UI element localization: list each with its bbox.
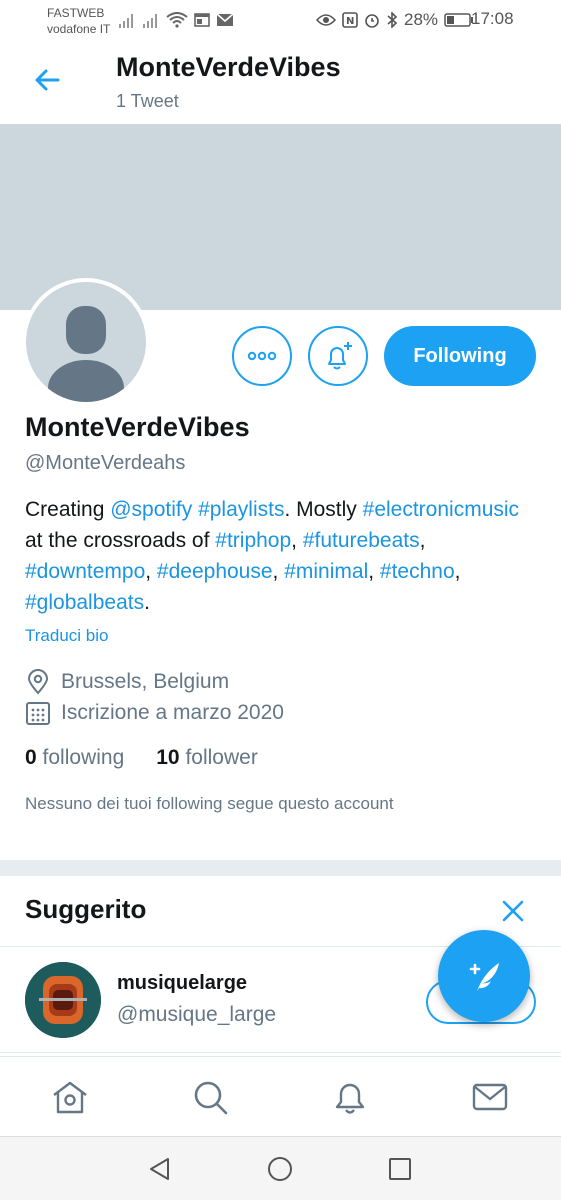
translate-bio-link[interactable]: Traduci bio xyxy=(25,626,108,646)
bio-text: Creating xyxy=(25,498,111,521)
compose-tweet-button[interactable] xyxy=(438,930,530,1022)
window-icon xyxy=(194,13,210,27)
follower-label: follower xyxy=(185,746,258,769)
profile-name: MonteVerdeVibes xyxy=(25,412,250,442)
suggested-handle: @musique_large xyxy=(117,1003,277,1026)
home-circle-icon[interactable] xyxy=(266,1155,294,1183)
suggested-avatar[interactable] xyxy=(25,962,101,1038)
bio-text: . Mostly xyxy=(284,498,363,521)
home-icon[interactable] xyxy=(50,1077,90,1117)
mail-icon[interactable] xyxy=(470,1077,510,1117)
profile-bio: Creating @spotify #playlists. Mostly #el… xyxy=(25,494,535,618)
mail-status-icon xyxy=(216,13,234,26)
bell-plus-icon xyxy=(328,342,352,370)
location-row: Brussels, Belgium xyxy=(25,668,229,696)
suggested-name[interactable]: musiquelarge xyxy=(117,972,247,995)
mutual-followers-note: Nessuno dei tuoi following segue questo … xyxy=(25,794,394,813)
clock: 17:08 xyxy=(471,9,514,28)
bio-text: , xyxy=(368,560,380,583)
compose-feather-icon xyxy=(469,963,499,991)
bio-text: , xyxy=(419,529,426,552)
nfc-icon: N xyxy=(342,12,358,28)
recents-square-icon[interactable] xyxy=(386,1155,414,1183)
following-count-link[interactable]: 0 following xyxy=(25,746,124,770)
location-pin-icon xyxy=(27,669,49,695)
arrow-left-icon[interactable] xyxy=(30,62,66,98)
suggested-title: Suggerito xyxy=(25,894,147,924)
hashtag-link[interactable]: #downtempo xyxy=(25,560,145,583)
follower-count: 10 xyxy=(156,746,180,769)
hashtag-link[interactable]: #techno xyxy=(380,560,455,583)
following-count: 0 xyxy=(25,746,37,769)
profile-handle: @MonteVerdeahs xyxy=(25,452,186,474)
following-button[interactable]: Following xyxy=(384,326,536,386)
alarm-icon xyxy=(365,14,379,28)
follower-count-link[interactable]: 10 follower xyxy=(156,746,258,770)
mention-link[interactable]: @spotify xyxy=(110,498,192,521)
bio-text: , xyxy=(454,560,461,583)
bluetooth-icon xyxy=(387,12,398,28)
status-right-icons: N 28% xyxy=(316,10,474,30)
joined-text: Iscrizione a marzo 2020 xyxy=(61,701,284,724)
signal-icon xyxy=(119,14,133,28)
hashtag-link[interactable]: #playlists xyxy=(198,498,284,521)
follow-counts: 0 following 10 follower xyxy=(25,746,258,770)
more-options-button[interactable] xyxy=(232,326,292,386)
wifi-icon xyxy=(166,12,188,28)
close-icon[interactable] xyxy=(498,896,528,926)
hashtag-link[interactable]: #minimal xyxy=(284,560,368,583)
hashtag-link[interactable]: #electronicmusic xyxy=(363,498,519,521)
bell-icon[interactable] xyxy=(330,1077,370,1117)
notify-button[interactable] xyxy=(308,326,368,386)
header-title: MonteVerdeVibes xyxy=(116,52,341,82)
hashtag-link[interactable]: #triphop xyxy=(215,529,291,552)
back-triangle-icon[interactable] xyxy=(146,1155,174,1183)
profile-header: MonteVerdeVibes 1 Tweet xyxy=(0,40,561,124)
carrier-primary: FASTWEB xyxy=(47,6,105,20)
divider xyxy=(0,1052,561,1053)
status-left-icons xyxy=(118,10,234,30)
default-avatar-image xyxy=(26,282,146,402)
signal-icon xyxy=(143,14,157,28)
bio-text: at the crossroads of xyxy=(25,529,216,552)
tweet-count: 1 Tweet xyxy=(116,91,179,111)
section-divider xyxy=(0,860,561,876)
svg-text:N: N xyxy=(346,16,354,27)
battery-percent: 28% xyxy=(404,10,439,29)
bottom-tab-bar xyxy=(0,1056,561,1136)
more-dots-icon xyxy=(247,351,277,361)
hashtag-link[interactable]: #deephouse xyxy=(157,560,273,583)
carrier-secondary: vodafone IT xyxy=(47,22,111,36)
bio-text: , xyxy=(291,529,303,552)
hashtag-link[interactable]: #futurebeats xyxy=(303,529,420,552)
system-navigation-bar xyxy=(0,1136,561,1200)
status-bar: FASTWEB vodafone IT N 28% 17:08 xyxy=(0,0,561,40)
hashtag-link[interactable]: #globalbeats xyxy=(25,591,144,614)
search-icon[interactable] xyxy=(190,1077,230,1117)
joined-row: Iscrizione a marzo 2020 xyxy=(25,699,284,727)
bio-text: , xyxy=(145,560,157,583)
eye-icon xyxy=(316,14,336,26)
bio-text: . xyxy=(144,591,150,614)
avatar[interactable] xyxy=(22,278,150,406)
location-text: Brussels, Belgium xyxy=(61,670,230,693)
following-label: following xyxy=(42,746,125,769)
bio-text: , xyxy=(272,560,285,583)
battery-icon xyxy=(444,13,474,27)
calendar-icon xyxy=(26,702,50,725)
